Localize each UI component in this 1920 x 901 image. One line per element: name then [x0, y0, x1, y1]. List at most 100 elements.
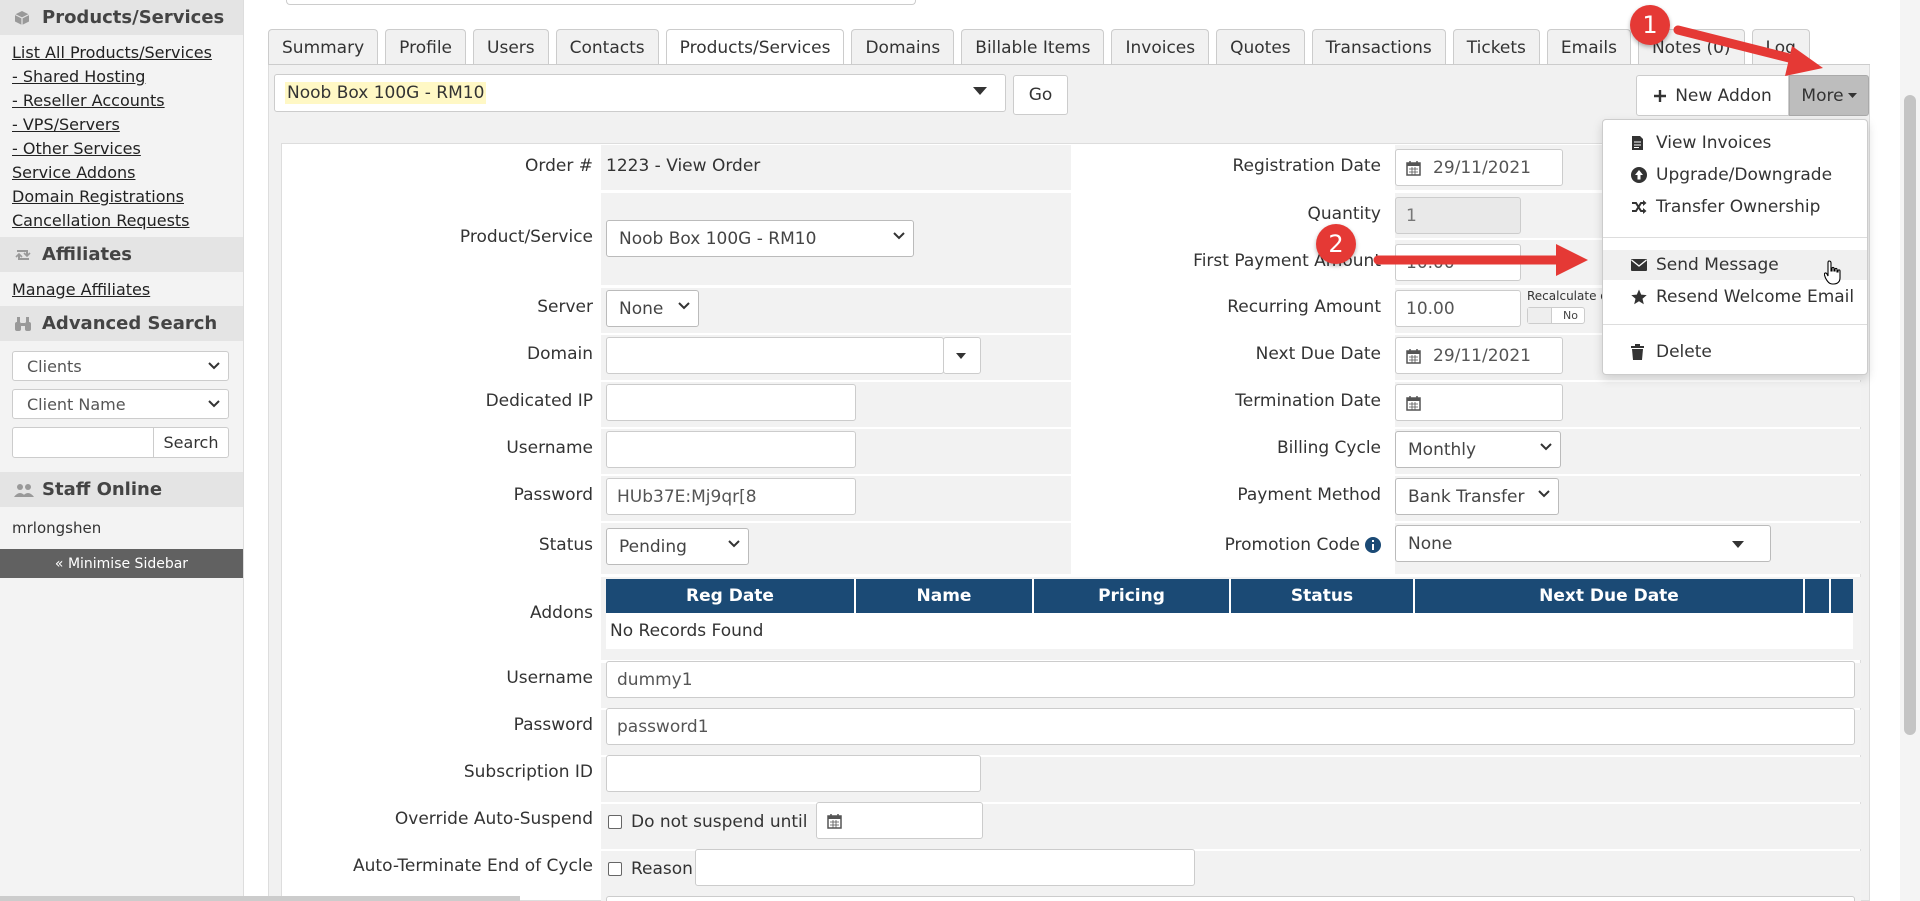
sidebar-link-5[interactable]: Service Addons [12, 161, 231, 185]
addons-col-pricing[interactable]: Pricing [1034, 579, 1231, 613]
tab-users[interactable]: Users [473, 29, 549, 65]
calendar-icon [827, 813, 842, 829]
tab-billable-items[interactable]: Billable Items [961, 29, 1105, 65]
affiliates-links: Manage Affiliates [0, 272, 243, 306]
billing-cycle-select[interactable]: Monthly [1395, 431, 1561, 468]
next-due-label: Next Due Date [1255, 344, 1381, 364]
override-checkbox[interactable] [608, 815, 622, 829]
sidebar-search-input[interactable] [13, 428, 154, 457]
status-select[interactable]: Pending [606, 528, 749, 565]
tab-quotes[interactable]: Quotes [1216, 29, 1305, 65]
menu-resend-welcome-email[interactable]: Resend Welcome Email [1603, 282, 1867, 312]
override-label: Override Auto-Suspend [394, 809, 593, 829]
info-icon[interactable] [1365, 537, 1381, 553]
recurring-label: Recurring Amount [1227, 297, 1381, 317]
payment-method-select[interactable]: Bank Transfer [1395, 478, 1559, 515]
next-due-input[interactable]: 29/11/2021 [1395, 337, 1563, 374]
autoterm-checkbox[interactable] [608, 862, 622, 876]
menu-delete[interactable]: Delete [1603, 337, 1867, 367]
retweet-icon [14, 248, 34, 262]
sidebar-link-2[interactable]: - Reseller Accounts [12, 89, 231, 113]
reg-date-input[interactable]: 29/11/2021 [1395, 149, 1563, 186]
go-button[interactable]: Go [1013, 75, 1068, 115]
sidebar-link-1[interactable]: - Shared Hosting [12, 65, 231, 89]
search-field-value: Client Name [27, 394, 126, 414]
billing-cycle-label: Billing Cycle [1277, 438, 1381, 458]
subscription-input[interactable] [606, 755, 981, 792]
tab-domains[interactable]: Domains [851, 29, 955, 65]
domain-dropdown-button[interactable] [943, 337, 981, 374]
recurring-input[interactable]: 10.00 [1395, 290, 1521, 327]
promo-label: Promotion Code [1224, 535, 1360, 555]
tab-profile[interactable]: Profile [385, 29, 467, 65]
addons-col-name[interactable]: Name [856, 579, 1034, 613]
tab-products-services[interactable]: Products/Services [665, 29, 845, 65]
tab-log[interactable]: Log [1751, 29, 1810, 65]
tab-contacts[interactable]: Contacts [555, 29, 659, 65]
manage-affiliates-link[interactable]: Manage Affiliates [12, 278, 231, 302]
menu-upgrade-downgrade[interactable]: Upgrade/Downgrade [1603, 160, 1867, 190]
cube-icon [14, 10, 34, 26]
username-input[interactable] [606, 431, 856, 468]
addons-col-action-1 [1805, 579, 1831, 613]
more-button[interactable]: More [1789, 75, 1869, 116]
tab-invoices[interactable]: Invoices [1111, 29, 1210, 65]
password-input[interactable]: HUb37E:Mj9qr[8 [606, 478, 856, 515]
quantity-input[interactable]: 1 [1395, 197, 1521, 234]
first-payment-input[interactable]: 10.00 [1395, 244, 1521, 281]
search-type-select[interactable]: Clients [12, 351, 229, 381]
sidebar-link-3[interactable]: - VPS/Servers [12, 113, 231, 137]
server-select[interactable]: None [606, 290, 699, 327]
tab-tickets[interactable]: Tickets [1452, 29, 1540, 65]
termination-input[interactable] [1395, 384, 1563, 421]
recalculate-toggle[interactable]: No [1527, 307, 1585, 324]
top-search-box[interactable] [286, 0, 916, 5]
product-select[interactable]: Noob Box 100G - RM10 [606, 220, 914, 257]
cf-password-input[interactable]: password1 [606, 708, 1855, 745]
domain-input[interactable] [606, 337, 944, 374]
page-scrollbar[interactable] [1900, 0, 1920, 901]
more-label: More [1801, 85, 1844, 106]
menu-view-invoices[interactable]: View Invoices [1603, 128, 1867, 158]
promo-select[interactable]: None [1395, 525, 1771, 562]
cf-username-label: Username [506, 668, 593, 688]
tab-emails[interactable]: Emails [1546, 29, 1631, 65]
order-value[interactable]: 1223 - View Order [606, 156, 760, 176]
addons-header-row: Reg Date Name Pricing Status Next Due Da… [606, 579, 1853, 613]
minimise-sidebar-button[interactable]: « Minimise Sidebar [0, 549, 243, 578]
sidebar-link-4[interactable]: - Other Services [12, 137, 231, 161]
status-label: Status [538, 535, 593, 555]
override-date-input[interactable] [816, 802, 983, 839]
next-due-value: 29/11/2021 [1433, 345, 1531, 366]
chevron-down-icon [1538, 490, 1550, 498]
next-row-input[interactable] [606, 896, 1855, 901]
addons-col-status[interactable]: Status [1231, 579, 1415, 613]
products-title: Products/Services [42, 7, 225, 28]
products-header: Products/Services [0, 0, 243, 35]
autoterm-reason-input[interactable] [695, 849, 1195, 886]
tab-summary[interactable]: Summary [268, 29, 379, 65]
sidebar-link-7[interactable]: Cancellation Requests [12, 209, 231, 233]
scrollbar-thumb[interactable] [1904, 95, 1916, 735]
sidebar-search-button[interactable]: Search [154, 428, 228, 457]
addons-col-next-due[interactable]: Next Due Date [1415, 579, 1805, 613]
random-icon [1631, 200, 1649, 214]
more-dropdown-menu: View Invoices Upgrade/Downgrade Transfer… [1602, 119, 1868, 375]
horizontal-scrollbar[interactable] [0, 896, 520, 901]
menu-transfer-ownership[interactable]: Transfer Ownership [1603, 192, 1867, 222]
calendar-icon [1406, 160, 1421, 176]
search-field-select[interactable]: Client Name [12, 389, 229, 419]
dedicated-ip-input[interactable] [606, 384, 856, 421]
service-select[interactable]: Noob Box 100G - RM10 [274, 74, 1006, 112]
password-label: Password [513, 485, 593, 505]
new-addon-button[interactable]: New Addon [1636, 75, 1789, 116]
cf-username-input[interactable]: dummy1 [606, 661, 1855, 698]
tab-transactions[interactable]: Transactions [1311, 29, 1446, 65]
addons-col-reg-date[interactable]: Reg Date [606, 579, 856, 613]
sidebar-link-6[interactable]: Domain Registrations [12, 185, 231, 209]
menu-divider [1603, 324, 1867, 325]
quantity-label: Quantity [1307, 204, 1381, 224]
sidebar-link-0[interactable]: List All Products/Services [12, 41, 231, 65]
product-value: Noob Box 100G - RM10 [619, 228, 817, 249]
chevron-down-icon [208, 362, 220, 370]
